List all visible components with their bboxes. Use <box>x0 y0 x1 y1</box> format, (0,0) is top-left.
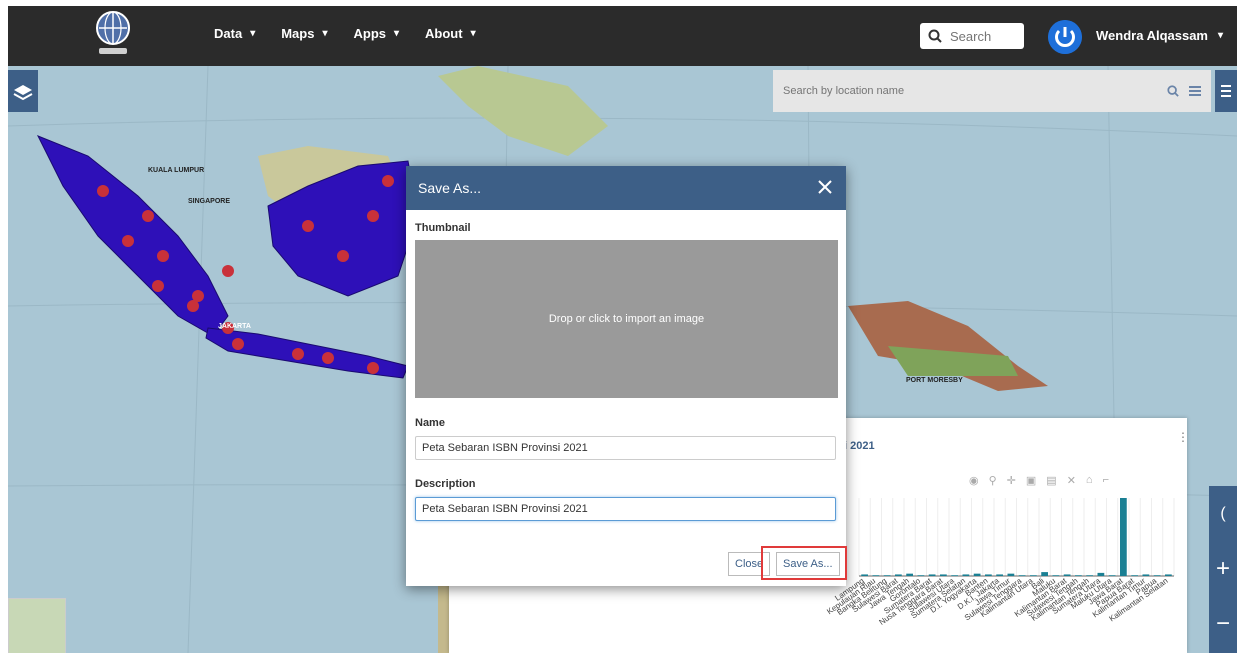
name-label: Name <box>415 417 445 429</box>
layers-icon <box>13 85 33 101</box>
pan-icon[interactable]: ✛ <box>1007 474 1016 487</box>
chevron-down-icon: ▾ <box>322 28 328 39</box>
close-button[interactable]: Close <box>728 552 771 576</box>
chevron-down-icon: ▾ <box>250 28 256 39</box>
lasso-icon[interactable]: ▤ <box>1046 474 1056 487</box>
chart-bar[interactable] <box>906 573 913 576</box>
chart-bar[interactable] <box>973 573 981 576</box>
chart-bar[interactable] <box>1120 498 1127 576</box>
chart-bar[interactable] <box>1142 574 1150 576</box>
layers-button[interactable] <box>8 70 38 112</box>
nav-data[interactable]: Data ▾ <box>214 26 255 41</box>
chart-bar[interactable] <box>951 575 958 576</box>
save-as-dialog: Save As... Thumbnail Drop or click to im… <box>406 166 847 586</box>
chart-bar[interactable] <box>1063 574 1071 576</box>
description-label: Description <box>415 478 476 490</box>
nav-apps[interactable]: Apps ▾ <box>353 26 399 41</box>
zoom-in-button[interactable]: + <box>1209 541 1237 596</box>
nav-about-label: About <box>425 26 463 41</box>
logo-globe-icon[interactable] <box>91 8 135 60</box>
thumbnail-label: Thumbnail <box>415 222 471 234</box>
dialog-header: Save As... <box>406 166 846 210</box>
chart-bar[interactable] <box>940 574 947 576</box>
search-icon[interactable] <box>1167 85 1179 97</box>
map-zoom-controls: ( + − <box>1209 486 1237 653</box>
chart-bar[interactable] <box>1153 575 1161 576</box>
chart-bar[interactable] <box>861 574 868 576</box>
search-icon <box>928 29 942 43</box>
user-menu[interactable]: Wendra Alqassam ▾ <box>1096 28 1223 43</box>
menu-icon <box>1221 85 1231 97</box>
chart-bar[interactable] <box>1018 575 1026 576</box>
chevron-down-icon: ▾ <box>470 28 476 39</box>
chart-bar[interactable] <box>985 574 992 576</box>
map-label-jakarta: JAKARTA <box>218 323 251 330</box>
chart-bar[interactable] <box>1007 573 1015 576</box>
close-icon[interactable] <box>812 174 838 200</box>
camera-icon[interactable]: ◉ <box>969 474 979 487</box>
chart-bar[interactable] <box>1108 575 1116 576</box>
nav-maps[interactable]: Maps ▾ <box>281 26 327 41</box>
map-label-kuala-lumpur: KUALA LUMPUR <box>148 167 204 174</box>
thumbnail-hint: Drop or click to import an image <box>548 313 705 325</box>
spike-icon[interactable]: ⌐ <box>1103 474 1109 487</box>
chart-bar[interactable] <box>1052 575 1060 576</box>
box-select-icon[interactable]: ▣ <box>1026 474 1036 487</box>
location-search-input[interactable] <box>781 84 1145 98</box>
nav-maps-label: Maps <box>281 26 315 41</box>
chevron-down-icon: ▾ <box>393 28 400 39</box>
chart-bar[interactable] <box>928 574 936 576</box>
chart-bar[interactable] <box>1041 572 1048 576</box>
chart-bar[interactable] <box>1075 575 1082 576</box>
zoom-icon[interactable]: ⚲ <box>989 474 997 487</box>
chart-bar[interactable] <box>962 574 970 576</box>
name-field[interactable] <box>415 436 836 460</box>
overview-minimap[interactable] <box>8 598 66 653</box>
locate-button[interactable]: ( <box>1209 486 1237 541</box>
menu-icon[interactable] <box>1189 85 1201 97</box>
reset-icon[interactable]: ✕ <box>1067 474 1076 487</box>
save-as-button[interactable]: Save As... <box>776 552 840 576</box>
chart-title: i 2021 <box>844 440 875 452</box>
user-name: Wendra Alqassam <box>1096 28 1208 43</box>
global-search <box>920 23 1024 49</box>
chart-bar[interactable] <box>1131 575 1138 576</box>
map-label-port-moresby: PORT MORESBY <box>906 377 963 384</box>
province-sumatra[interactable] <box>36 135 229 337</box>
description-field[interactable] <box>415 497 836 521</box>
home-icon[interactable]: ⌂ <box>1086 474 1093 487</box>
chart-bar[interactable] <box>1165 574 1172 576</box>
chart-bar[interactable] <box>895 574 902 576</box>
power-icon[interactable] <box>1048 20 1082 54</box>
drawer-toggle-button[interactable] <box>1215 70 1237 112</box>
chart-bar[interactable] <box>883 575 891 576</box>
nav-apps-label: Apps <box>353 26 386 41</box>
chevron-down-icon: ▾ <box>1218 30 1224 41</box>
thumbnail-dropzone[interactable]: Drop or click to import an image <box>415 240 838 398</box>
chart-bar[interactable] <box>1086 575 1093 576</box>
zoom-out-button[interactable]: − <box>1209 596 1237 651</box>
chart-menu-icon[interactable]: ⋮ <box>1177 430 1189 444</box>
main-nav: Data ▾ Maps ▾ Apps ▾ About ▾ <box>214 26 502 41</box>
chart-bar[interactable] <box>872 575 880 576</box>
location-search-bar <box>773 70 1211 112</box>
chart-toolbar: ◉ ⚲ ✛ ▣ ▤ ✕ ⌂ ⌐ <box>969 474 1109 487</box>
chart-bar[interactable] <box>1097 572 1105 576</box>
chart-bar[interactable] <box>996 574 1003 576</box>
nav-about[interactable]: About ▾ <box>425 26 476 41</box>
nav-data-label: Data <box>214 26 243 41</box>
map-label-singapore: SINGAPORE <box>188 198 230 205</box>
chart-bar[interactable] <box>917 575 925 576</box>
chart-bar[interactable] <box>1030 575 1037 576</box>
global-search-input[interactable] <box>948 27 1022 45</box>
top-nav-bar: Data ▾ Maps ▾ Apps ▾ About ▾ Wendra Alqa… <box>8 6 1237 66</box>
dialog-title: Save As... <box>418 180 482 196</box>
